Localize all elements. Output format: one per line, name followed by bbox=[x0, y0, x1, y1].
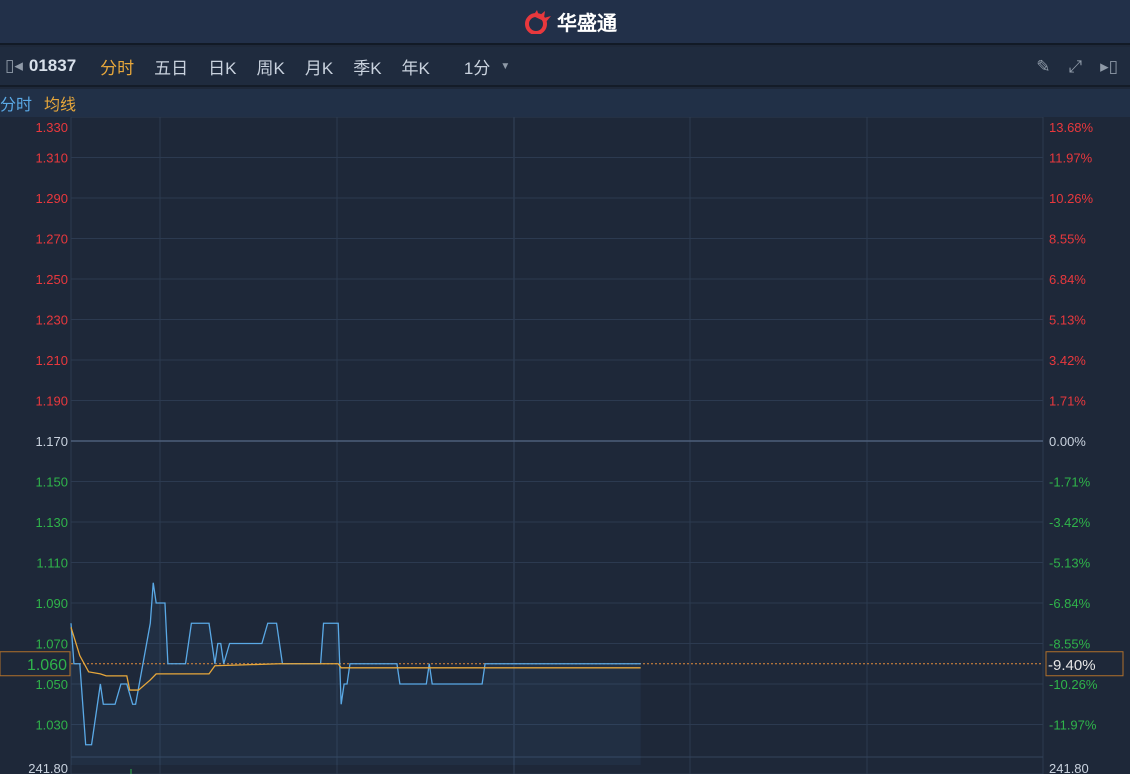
y-tick-left: 1.230 bbox=[35, 313, 68, 328]
y-tick-right: -3.42% bbox=[1049, 515, 1091, 530]
y-tick-right: 5.13% bbox=[1049, 313, 1086, 328]
fullscreen-icon[interactable]: ⤢ bbox=[1069, 57, 1083, 77]
y-tick-right: 6.84% bbox=[1049, 272, 1086, 287]
y-tick-right: -5.13% bbox=[1049, 556, 1091, 571]
y-tick-right: -6.84% bbox=[1049, 596, 1091, 611]
tab-monthly-k[interactable]: 月K bbox=[305, 54, 333, 79]
y-tick-right: -10.26% bbox=[1049, 677, 1098, 692]
y-tick-right: 13.68% bbox=[1049, 120, 1094, 135]
collapse-left-icon[interactable]: ▯◂ bbox=[5, 56, 23, 76]
y-tick-left: 1.330 bbox=[35, 120, 68, 135]
intraday-chart[interactable]: 1.330 13.68% 1.310 11.97% 1.290 10.26% 1.270 8.… bbox=[0, 117, 1130, 774]
title-bar: 华盛通 bbox=[0, 0, 1130, 45]
tab-five-day[interactable]: 五日 bbox=[154, 54, 188, 79]
y-tick-left: 1.190 bbox=[35, 394, 68, 409]
y-tick-right: 3.42% bbox=[1049, 353, 1086, 368]
y-tick-right: -11.97% bbox=[1049, 718, 1097, 733]
tab-quarterly-k[interactable]: 季K bbox=[353, 54, 381, 79]
y-tick-right: 1.71% bbox=[1049, 394, 1086, 409]
legend-price: 分时 bbox=[0, 97, 33, 114]
tab-yearly-k[interactable]: 年K bbox=[402, 54, 430, 79]
pencil-icon[interactable]: ✎ bbox=[1036, 57, 1050, 77]
stock-code: 01837 bbox=[28, 56, 77, 75]
chart-legend: 分时 均线 bbox=[0, 89, 1130, 117]
y-tick-left: 1.050 bbox=[35, 677, 68, 692]
current-pct-label: -9.40% bbox=[1048, 657, 1096, 674]
y-tick-right: 11.97% bbox=[1049, 151, 1093, 166]
y-tick-left: 1.310 bbox=[35, 151, 68, 166]
y-tick-left: 1.150 bbox=[35, 475, 68, 490]
legend-avg: 均线 bbox=[44, 97, 77, 114]
y-tick-left: 1.110 bbox=[36, 556, 68, 571]
tab-weekly-k[interactable]: 周K bbox=[257, 54, 285, 79]
collapse-right-icon[interactable]: ▸▯ bbox=[1100, 57, 1118, 77]
y-tick-left: 1.210 bbox=[35, 353, 68, 368]
y-tick-right: -1.71% bbox=[1049, 475, 1091, 490]
y-tick-right: -8.55% bbox=[1049, 637, 1091, 652]
y-tick-right: 10.26% bbox=[1049, 191, 1094, 206]
chevron-down-icon: ▼ bbox=[500, 60, 511, 72]
y-tick-left: 1.250 bbox=[35, 272, 68, 287]
y-tick-left: 1.290 bbox=[35, 191, 68, 206]
volume-label-left: 241.80 bbox=[28, 761, 68, 774]
volume-label-right: 241.80 bbox=[1049, 761, 1089, 774]
current-price-label: 1.060 bbox=[27, 657, 67, 674]
y-tick-right: 0.00% bbox=[1049, 434, 1086, 449]
logo-icon bbox=[525, 9, 551, 34]
tab-intraday[interactable]: 分时 bbox=[100, 54, 134, 79]
toolbar: ▯◂ 01837 分时 五日 日K 周K 月K 季K 年K 1分 ▼ ✎ ⤢ ▸▯ bbox=[0, 47, 1130, 87]
interval-dropdown[interactable]: 1分 ▼ bbox=[464, 54, 510, 79]
brand-logo: 华盛通 bbox=[523, 7, 617, 36]
brand-name: 华盛通 bbox=[557, 13, 617, 35]
y-tick-left: 1.130 bbox=[35, 515, 68, 530]
y-tick-left: 1.070 bbox=[35, 637, 68, 652]
y-tick-left: 1.090 bbox=[35, 596, 68, 611]
y-tick-left: 1.270 bbox=[35, 232, 68, 247]
tab-daily-k[interactable]: 日K bbox=[208, 54, 236, 79]
y-tick-left: 1.030 bbox=[35, 718, 68, 733]
y-tick-right: 8.55% bbox=[1049, 232, 1086, 247]
interval-value: 1分 bbox=[463, 58, 491, 78]
y-tick-left: 1.170 bbox=[35, 434, 68, 449]
